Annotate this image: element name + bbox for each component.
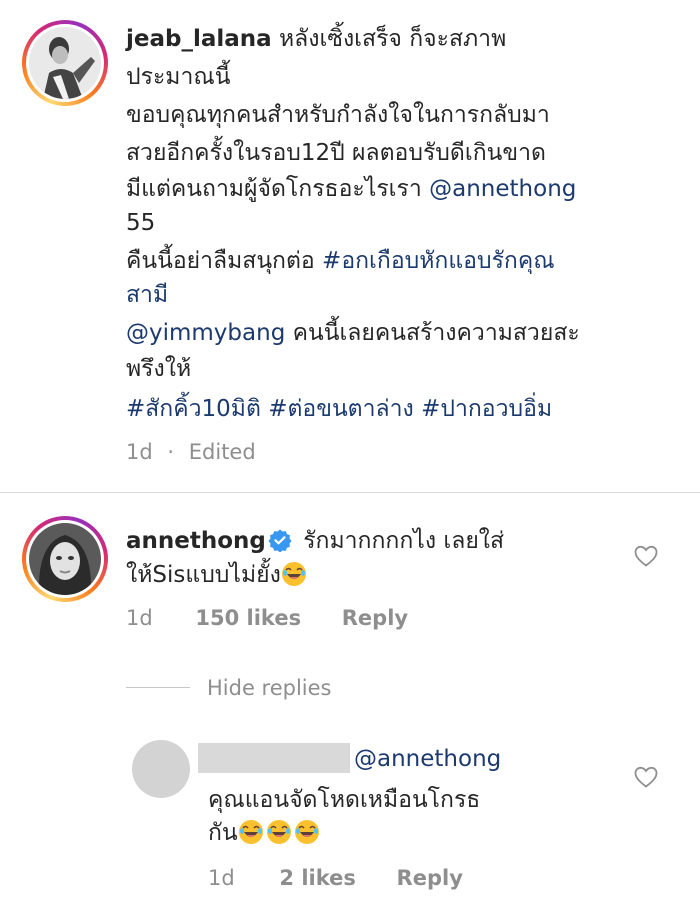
commenter-photo xyxy=(29,523,101,595)
caption-text: คนนี้เลยคนสร้างความสวยสะ xyxy=(285,320,580,346)
laughing-emoji-icon xyxy=(281,561,307,598)
comment-reply-button[interactable]: Reply xyxy=(342,606,408,630)
post-author-photo xyxy=(29,27,101,99)
laughing-emoji-icon xyxy=(238,819,264,856)
comment-text: ให้Sisแบบไม่ยั้ง xyxy=(126,562,281,588)
hashtag-link[interactable]: สามี xyxy=(126,278,168,313)
post-author-avatar[interactable] xyxy=(22,20,108,106)
comment-likes-count[interactable]: 150 likes xyxy=(195,606,301,630)
post-caption-line-5: มีแต่คนถามผู้จัดโกรธอะไรเรา @annethong xyxy=(126,172,576,207)
hashtag-link[interactable]: #สักคิ้ว10มิติ xyxy=(126,396,261,422)
commenter-username[interactable]: annethong xyxy=(126,528,266,554)
post-caption-line-9: @yimmybang คนนี้เลยคนสร้างความสวยสะ xyxy=(126,316,580,351)
hashtag-link[interactable]: #ปากอวบอิ่ม xyxy=(421,396,552,422)
post-caption-line-1: jeab_lalana หลังเซิ้งเสร็จ ก็จะสภาพ xyxy=(126,22,506,57)
reply-mention-annethong[interactable]: @annethong xyxy=(354,742,501,777)
hide-replies-line xyxy=(126,687,190,688)
reply-timestamp[interactable]: 1d xyxy=(208,866,235,890)
mention-link-yimmybang[interactable]: @yimmybang xyxy=(126,320,285,346)
caption-text: ขอบคุณทุกคนสำหรับกำลังใจในการกลับมา xyxy=(126,102,550,128)
edited-label: Edited xyxy=(188,440,256,464)
post-hashtags-line: #สักคิ้ว10มิติ #ต่อขนตาล่าง #ปากอวบอิ่ม xyxy=(126,392,552,427)
commenter-avatar[interactable] xyxy=(22,516,108,602)
caption-divider xyxy=(0,492,700,493)
like-reply-heart-icon[interactable] xyxy=(634,766,658,788)
post-author-username[interactable]: jeab_lalana xyxy=(126,26,272,52)
caption-text: พรึงให้ xyxy=(126,356,192,382)
caption-text: หลังเซิ้งเสร็จ ก็จะสภาพ xyxy=(278,26,507,52)
reply-author-avatar[interactable] xyxy=(132,740,190,798)
hashtag-link[interactable]: #อกเกือบหักแอบรักคุณ xyxy=(322,248,555,274)
post-caption-line-7: คืนนี้อย่าลืมสนุกต่อ #อกเกือบหักแอบรักคุ… xyxy=(126,244,555,279)
caption-text: ประมาณนี้ xyxy=(126,64,231,90)
reply-text: กัน xyxy=(208,820,238,846)
reply-likes-count[interactable]: 2 likes xyxy=(279,866,355,890)
laughing-emoji-icon xyxy=(294,819,320,856)
post-meta: 1d · Edited xyxy=(126,440,256,464)
comment-text: รักมากกกกไง เลยใส่ xyxy=(303,528,505,554)
comment-timestamp[interactable]: 1d xyxy=(126,606,153,630)
meta-separator: · xyxy=(167,440,175,464)
like-comment-heart-icon[interactable] xyxy=(634,545,658,567)
caption-text: 55 xyxy=(126,210,156,236)
caption-text: สวยอีกครั้งในรอบ12ปี ผลตอบรับดีเกินขาด xyxy=(126,140,546,166)
caption-text: มีแต่คนถามผู้จัดโกรธอะไรเรา xyxy=(126,176,430,202)
mention-link-annethong[interactable]: @annethong xyxy=(429,176,576,202)
redacted-username xyxy=(198,743,350,773)
caption-text: คืนนี้อย่าลืมสนุกต่อ xyxy=(126,248,323,274)
reply-line-2: กัน xyxy=(208,816,322,856)
hide-replies-button[interactable]: Hide replies xyxy=(207,676,332,700)
comment-meta: 1d 150 likes Reply xyxy=(126,606,408,630)
reply-text: คุณแอนจัดโหดเหมือนโกรธ xyxy=(208,787,481,813)
post-timestamp[interactable]: 1d xyxy=(126,440,153,464)
reply-meta: 1d 2 likes Reply xyxy=(208,866,463,890)
hashtag-link[interactable]: #ต่อขนตาล่าง xyxy=(268,396,414,422)
reply-reply-button[interactable]: Reply xyxy=(397,866,463,890)
laughing-emoji-icon xyxy=(266,819,292,856)
comment-line-2: ให้Sisแบบไม่ยั้ง xyxy=(126,558,309,598)
